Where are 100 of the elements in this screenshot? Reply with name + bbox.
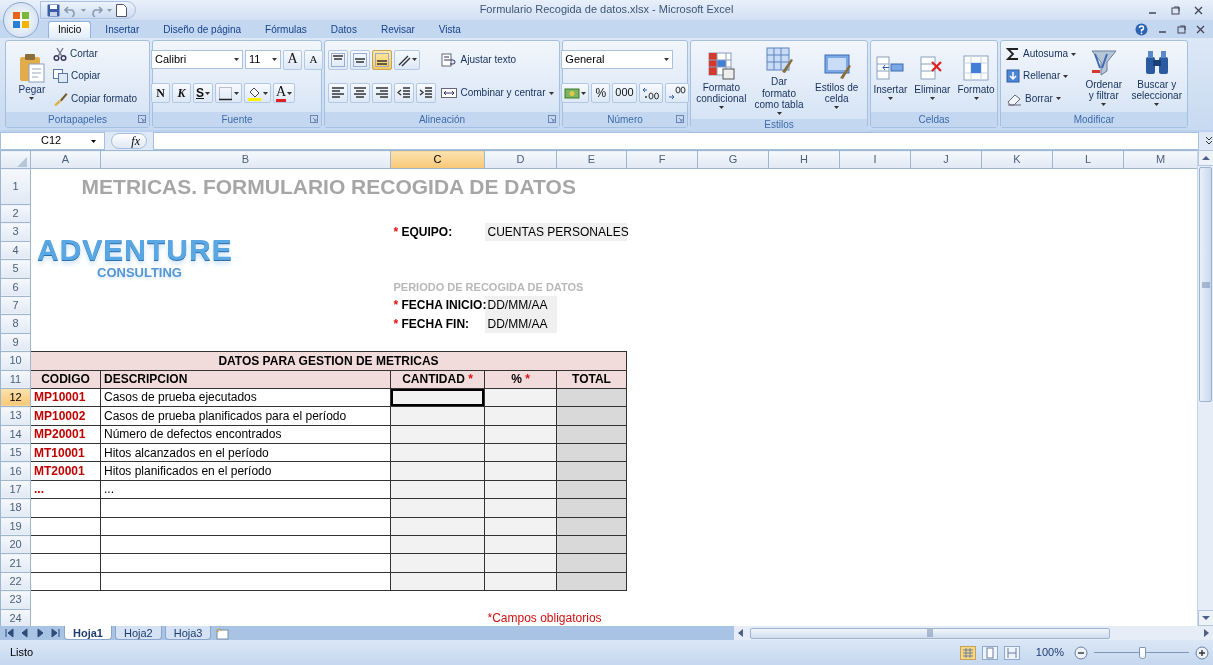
dropdown-field[interactable]: 11 [245, 50, 281, 70]
ribbon-tab[interactable]: Insertar [95, 21, 150, 38]
ribbon-button[interactable]: Dar formato como tabla [751, 44, 807, 116]
icon-button[interactable] [394, 49, 421, 70]
sheet-tab[interactable]: Hoja1 [64, 626, 112, 640]
icon-button[interactable] [244, 83, 271, 104]
column-header[interactable]: E [556, 150, 627, 169]
sheet-title: METRICAS. FORMULARIO RECOGIDA DE DATOS [81, 175, 576, 199]
ribbon-tab[interactable]: Inicio [48, 21, 92, 38]
row-header[interactable]: 1 [0, 168, 31, 205]
sheet-tab[interactable]: Hoja2 [114, 626, 162, 640]
column-header[interactable]: A [30, 150, 101, 169]
scroll-up-icon[interactable] [1198, 150, 1213, 166]
ribbon-button[interactable]: Combinar y centrar [439, 83, 556, 104]
column-header[interactable]: C [390, 150, 485, 169]
dialog-launcher-icon[interactable] [676, 115, 684, 123]
dropdown-field[interactable]: General [561, 50, 674, 69]
ribbon-button[interactable]: Pegar [15, 52, 48, 101]
dialog-launcher-icon[interactable] [138, 115, 146, 123]
toggle-button[interactable] [328, 83, 349, 104]
function-button[interactable]: fx [111, 133, 147, 149]
toggle-button[interactable] [372, 49, 393, 70]
ribbon-button[interactable]: Autosuma [1004, 44, 1079, 65]
formula-input[interactable] [153, 132, 1199, 150]
decrease-font-button[interactable]: A [304, 49, 323, 70]
ribbon-button[interactable]: Rellenar [1004, 66, 1071, 87]
brush-icon [52, 91, 68, 106]
column-header[interactable]: H [768, 150, 840, 169]
icon-button[interactable] [638, 83, 663, 103]
scroll-down-icon[interactable] [1198, 610, 1213, 626]
restore-icon[interactable] [1177, 25, 1186, 34]
dropdown-field[interactable]: Calibri [151, 50, 243, 70]
expand-icon[interactable] [1205, 136, 1213, 146]
ribbon-tab[interactable]: Vista [428, 21, 471, 38]
align-top-icon [331, 52, 346, 67]
last-sheet-icon[interactable] [49, 627, 61, 639]
ribbon-tab[interactable]: Revisar [370, 21, 425, 38]
column-header[interactable]: K [981, 150, 1053, 169]
name-box[interactable]: C12 [0, 132, 105, 150]
font-color-button[interactable]: A [273, 83, 296, 104]
icon-button[interactable] [664, 83, 689, 103]
ribbon-button[interactable]: Estilos de celda [809, 49, 864, 110]
increase-font-button[interactable]: A [283, 49, 302, 70]
ribbon-button[interactable]: Insertar [871, 52, 910, 101]
zoom-slider[interactable] [1094, 645, 1189, 660]
column-header[interactable]: B [100, 150, 391, 169]
icon-button[interactable] [215, 83, 242, 104]
toggle-button[interactable] [372, 83, 393, 104]
ribbon-button[interactable]: Buscar y seleccionar [1129, 46, 1184, 107]
ribbon-button[interactable]: Copiar [50, 66, 103, 87]
caret-icon [234, 58, 239, 62]
column-header[interactable]: F [626, 150, 698, 169]
slider-thumb[interactable] [1138, 646, 1146, 659]
ribbon-tab[interactable]: Datos [320, 21, 367, 38]
ribbon-button[interactable]: Eliminar [912, 52, 953, 101]
paint-bucket-icon [247, 85, 262, 101]
ribbon-tab[interactable]: Fórmulas [255, 21, 317, 38]
dialog-launcher-icon[interactable] [548, 115, 556, 123]
restore-icon[interactable] [1171, 5, 1180, 15]
column-header[interactable]: G [697, 150, 769, 169]
column-header[interactable]: D [484, 150, 557, 169]
toggle-button[interactable] [350, 83, 371, 104]
underline-button[interactable]: S [193, 83, 213, 104]
column-header[interactable]: L [1052, 150, 1124, 169]
first-sheet-icon[interactable] [4, 627, 16, 639]
sheet-tab[interactable]: Hoja3 [164, 626, 212, 640]
toggle-button[interactable] [350, 49, 371, 70]
decrease-decimal-icon [667, 86, 686, 100]
caret-icon [91, 139, 96, 143]
scrollbar-thumb[interactable] [1199, 167, 1212, 402]
column-header[interactable]: J [910, 150, 982, 169]
zoom-level[interactable]: 100% [1035, 645, 1064, 660]
ribbon-button[interactable]: Formato condicional [694, 49, 749, 110]
ribbon-button[interactable]: Copiar formato [50, 88, 140, 109]
ribbon-button[interactable]: Ordenar y filtrar [1081, 46, 1127, 107]
close-icon[interactable] [1194, 5, 1203, 15]
scrollbar-thumb[interactable] [750, 627, 1110, 639]
group-label: Portapapeles [48, 113, 107, 126]
fill-down-icon [1006, 69, 1020, 84]
thousands-button[interactable]: 000 [612, 83, 637, 103]
zoom-in-icon[interactable] [1195, 645, 1209, 660]
zoom-out-icon[interactable] [1074, 645, 1088, 660]
save-icon[interactable] [47, 3, 60, 17]
align-middle-icon [353, 52, 368, 67]
percent-button[interactable]: % [591, 83, 611, 103]
dialog-launcher-icon[interactable] [310, 115, 318, 123]
ribbon-button[interactable]: Formato [955, 52, 997, 101]
column-header[interactable]: I [839, 150, 911, 169]
italic-button[interactable]: K [172, 83, 191, 104]
close-icon[interactable] [1196, 25, 1205, 34]
bold-button[interactable]: N [151, 83, 170, 104]
ribbon-button[interactable]: Cortar [50, 44, 100, 65]
column-header[interactable]: M [1123, 150, 1197, 169]
ribbon-button[interactable]: Ajustar texto [439, 49, 519, 70]
ribbon-button[interactable]: Borrar [1004, 88, 1063, 109]
new-document-icon[interactable] [116, 3, 127, 17]
help-icon[interactable] [1135, 23, 1148, 36]
group-label: Celdas [918, 113, 950, 126]
toggle-button[interactable] [328, 49, 349, 70]
ribbon-tab[interactable]: Diseño de página [153, 21, 252, 38]
